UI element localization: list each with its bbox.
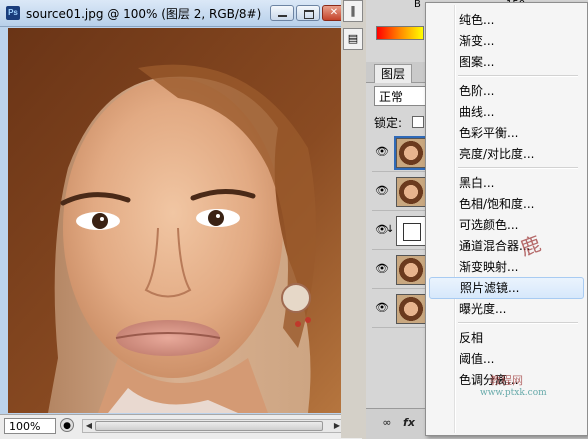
image-canvas[interactable] (8, 28, 344, 413)
maximize-icon (297, 6, 319, 20)
eye-icon[interactable]: 👁 (372, 300, 392, 316)
layer-row[interactable]: 👁 ↓ (372, 212, 428, 250)
color-ramp[interactable] (376, 26, 424, 40)
watermark-text: 教程网 (490, 374, 523, 387)
menu-item[interactable]: 黑白... (429, 172, 584, 194)
menu-item[interactable]: 通道混合器... (429, 235, 584, 257)
panel-dock: ‖ ▤ (341, 0, 365, 438)
menu-item[interactable]: 亮度/对比度... (429, 143, 584, 165)
menu-item[interactable]: 色彩平衡... (429, 122, 584, 144)
layer-row[interactable]: 👁 (372, 251, 428, 289)
menu-item[interactable]: 渐变... (429, 30, 584, 52)
layer-row[interactable]: 👁 (372, 134, 428, 172)
layer-thumbnail (396, 177, 426, 207)
menu-item[interactable]: 可选颜色... (429, 214, 584, 236)
dock-panel-icon[interactable]: ▤ (343, 28, 363, 50)
layer-style-icon[interactable]: fx (400, 415, 418, 431)
document-window: Ps source01.jpg @ 100% (图层 2, RGB/8#) ✕ … (0, 0, 363, 439)
menu-item[interactable]: 曝光度... (429, 298, 584, 320)
zoom-field[interactable]: 100% (4, 418, 56, 434)
dock-collapse-button[interactable]: ‖ (343, 0, 363, 22)
minimize-button[interactable] (270, 5, 294, 21)
menu-item[interactable]: 纯色... (429, 9, 584, 31)
layer-thumbnail (394, 136, 428, 170)
menu-item[interactable]: 色相/饱和度... (429, 193, 584, 215)
adjustment-layer-menu: 纯色... 渐变... 图案... 色阶... 曲线... 色彩平衡... 亮度/对比度..… (425, 2, 588, 436)
document-title: source01.jpg @ 100% (图层 2, RGB/8#) (26, 7, 262, 21)
eye-icon[interactable]: 👁 (372, 261, 392, 277)
link-layers-icon[interactable]: ∞ (378, 415, 396, 431)
menu-separator (458, 75, 578, 77)
eye-icon[interactable]: 👁 (372, 144, 392, 160)
scroll-left-icon[interactable]: ◀ (83, 420, 95, 432)
lock-transparency-checkbox[interactable] (412, 116, 424, 128)
tab-layers[interactable]: 图层 (374, 64, 413, 83)
layer-row[interactable]: 👁 (372, 173, 428, 211)
layer-thumbnail (396, 255, 426, 285)
menu-item[interactable]: 阈值... (429, 348, 584, 370)
status-info-icon[interactable]: ● (60, 418, 74, 432)
status-bar: 100% ● ◀ ▶ (0, 414, 362, 439)
layer-thumbnail (396, 294, 426, 324)
menu-separator (458, 322, 578, 324)
lock-label: 锁定: (374, 116, 403, 130)
menu-item[interactable]: 色阶... (429, 80, 584, 102)
horizontal-scroll-thumb[interactable] (95, 421, 323, 431)
horizontal-scrollbar[interactable]: ◀ ▶ (82, 419, 344, 433)
adjustment-thumbnail (396, 216, 426, 246)
portrait-photo (8, 28, 344, 413)
eye-icon[interactable]: 👁 (372, 183, 392, 199)
menu-item[interactable]: 渐变映射... (429, 256, 584, 278)
menu-separator (458, 167, 578, 169)
watermark-site: www.ptxk.com (480, 388, 547, 398)
menu-item[interactable]: 曲线... (429, 101, 584, 123)
clip-link-icon: ↓ (386, 224, 395, 235)
document-titlebar[interactable]: Ps source01.jpg @ 100% (图层 2, RGB/8#) (0, 0, 362, 27)
menu-item[interactable]: 反相 (429, 327, 584, 349)
menu-item[interactable]: 图案... (429, 51, 584, 73)
minimize-icon (271, 6, 293, 20)
layer-row[interactable]: 👁 (372, 290, 428, 328)
maximize-button[interactable] (296, 5, 320, 21)
menu-item[interactable]: 照片滤镜... (429, 277, 584, 299)
color-channel-label: B (414, 0, 421, 10)
photoshop-app-icon: Ps (6, 6, 20, 20)
